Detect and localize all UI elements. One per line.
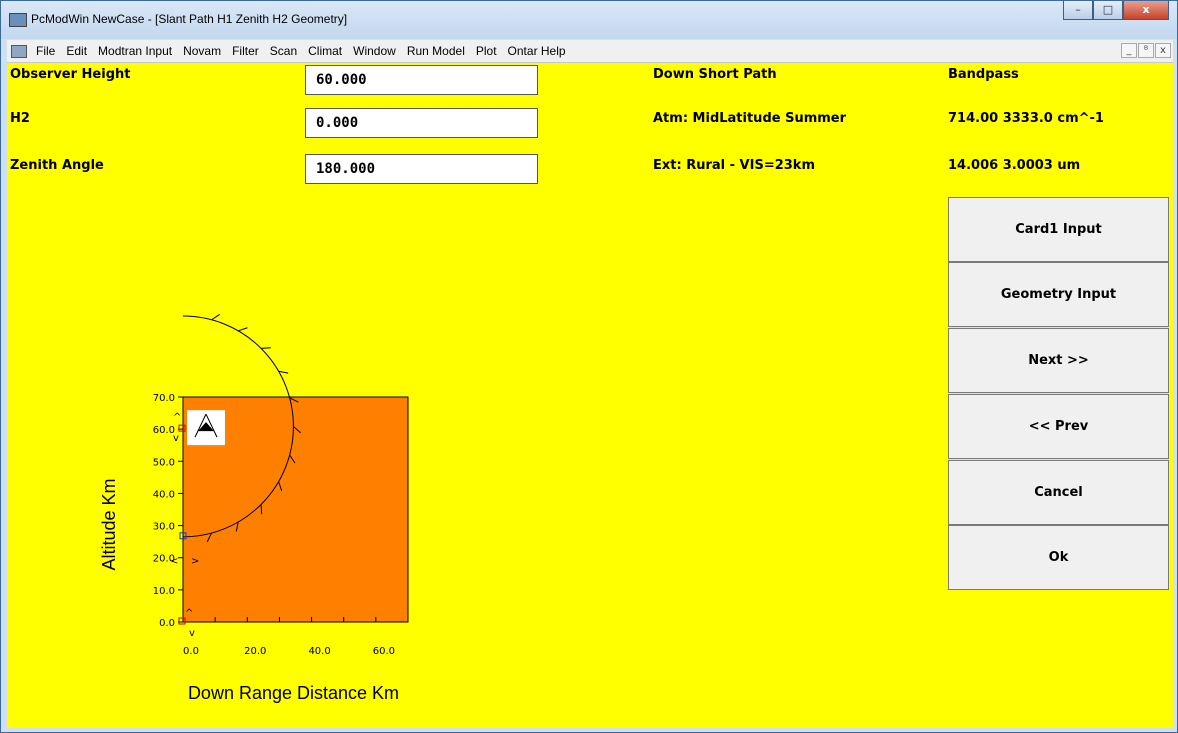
app-icon [9,13,27,27]
path-type-label: Down Short Path [653,67,777,82]
menu-item-window[interactable]: Window [353,40,396,62]
y-tick-label: 10.0 [153,586,175,597]
y-tick-label: 0.0 [159,618,175,629]
y-tick-label: 70.0 [153,393,175,404]
atmosphere-label: Atm: MidLatitude Summer [653,111,847,126]
x-tick-label: 60.0 [373,646,395,657]
observer-down-arrow: v [173,433,179,444]
y-tick-label: 60.0 [153,425,175,436]
mdi-restore-button[interactable]: ᴮ [1138,43,1154,58]
menu-items: File Edit Modtran Input Novam Filter Scan Clim… [36,40,577,62]
mdi-controls: _ ᴮ x [1120,43,1171,58]
document-icon[interactable] [11,45,27,58]
y-tick-label: 40.0 [153,489,175,500]
y-axis-label: Altitude Km [99,478,119,570]
menu-item-modtran-input[interactable]: Modtran Input [98,40,172,62]
minimize-button[interactable]: – [1063,1,1093,20]
arc-tick [261,347,271,349]
ok-button[interactable]: Ok [948,525,1169,590]
bandpass-title: Bandpass [948,67,1019,82]
cancel-button[interactable]: Cancel [948,460,1169,525]
extinction-label: Ext: Rural - VIS=23km [653,158,815,173]
card1-input-button[interactable]: Card1 Input [948,197,1169,262]
menu-item-file[interactable]: File [36,40,55,62]
prev-button[interactable]: << Prev [948,394,1169,459]
arc-tick [211,313,220,321]
close-button[interactable]: x [1123,1,1169,20]
y-tick-label: 30.0 [153,522,175,533]
target-down-arrow: v [189,628,195,639]
wavelength-range: 14.006 3.0003 um [948,158,1081,173]
mdi-close-button[interactable]: x [1155,43,1171,58]
menu-item-edit[interactable]: Edit [66,40,87,62]
geometry-plot: 0.010.020.030.040.050.060.070.00.0 20.0 40… [99,313,409,703]
menu-item-filter[interactable]: Filter [232,40,259,62]
y-tick-label: 50.0 [153,457,175,468]
geometry-input-button[interactable]: Geometry Input [948,262,1169,327]
tangent-right-arrow: > [191,556,199,567]
menu-item-ontar-help[interactable]: Ontar Help [508,40,566,62]
tangent-left-arrow: < [170,556,178,567]
arc-tick [260,504,263,515]
observer-up-arrow: ^ [173,412,181,423]
observer-eye-icon [187,410,225,446]
geometry-panel: Observer Height 60.000 H2 0.000 Zenith A… [7,63,1173,728]
x-tick-label: 40.0 [308,646,330,657]
menu-item-run-model[interactable]: Run Model [407,40,465,62]
mdi-minimize-button[interactable]: _ [1121,43,1137,58]
menu-bar: File Edit Modtran Input Novam Filter Scan Clim… [7,40,1173,63]
arc-tick [238,327,248,332]
menu-item-scan[interactable]: Scan [270,40,297,62]
next-button[interactable]: Next >> [948,328,1169,393]
window-title: PcModWin NewCase - [Slant Path H1 Zenith… [31,12,348,26]
wavenumber-range: 714.00 3333.0 cm^-1 [948,111,1104,126]
window-controls: – □ x [1063,1,1169,20]
app-window: PcModWin NewCase - [Slant Path H1 Zenith… [0,0,1178,733]
target-up-arrow: ^ [185,608,193,619]
title-bar[interactable]: PcModWin NewCase - [Slant Path H1 Zenith… [1,1,1177,39]
menu-item-climat[interactable]: Climat [308,40,342,62]
menu-item-plot[interactable]: Plot [476,40,497,62]
x-tick-label: 20.0 [244,646,266,657]
menu-item-novam[interactable]: Novam [183,40,221,62]
maximize-button[interactable]: □ [1093,1,1123,20]
x-tick-label: 0.0 [183,646,199,657]
x-axis-label: Down Range Distance Km [188,683,399,703]
